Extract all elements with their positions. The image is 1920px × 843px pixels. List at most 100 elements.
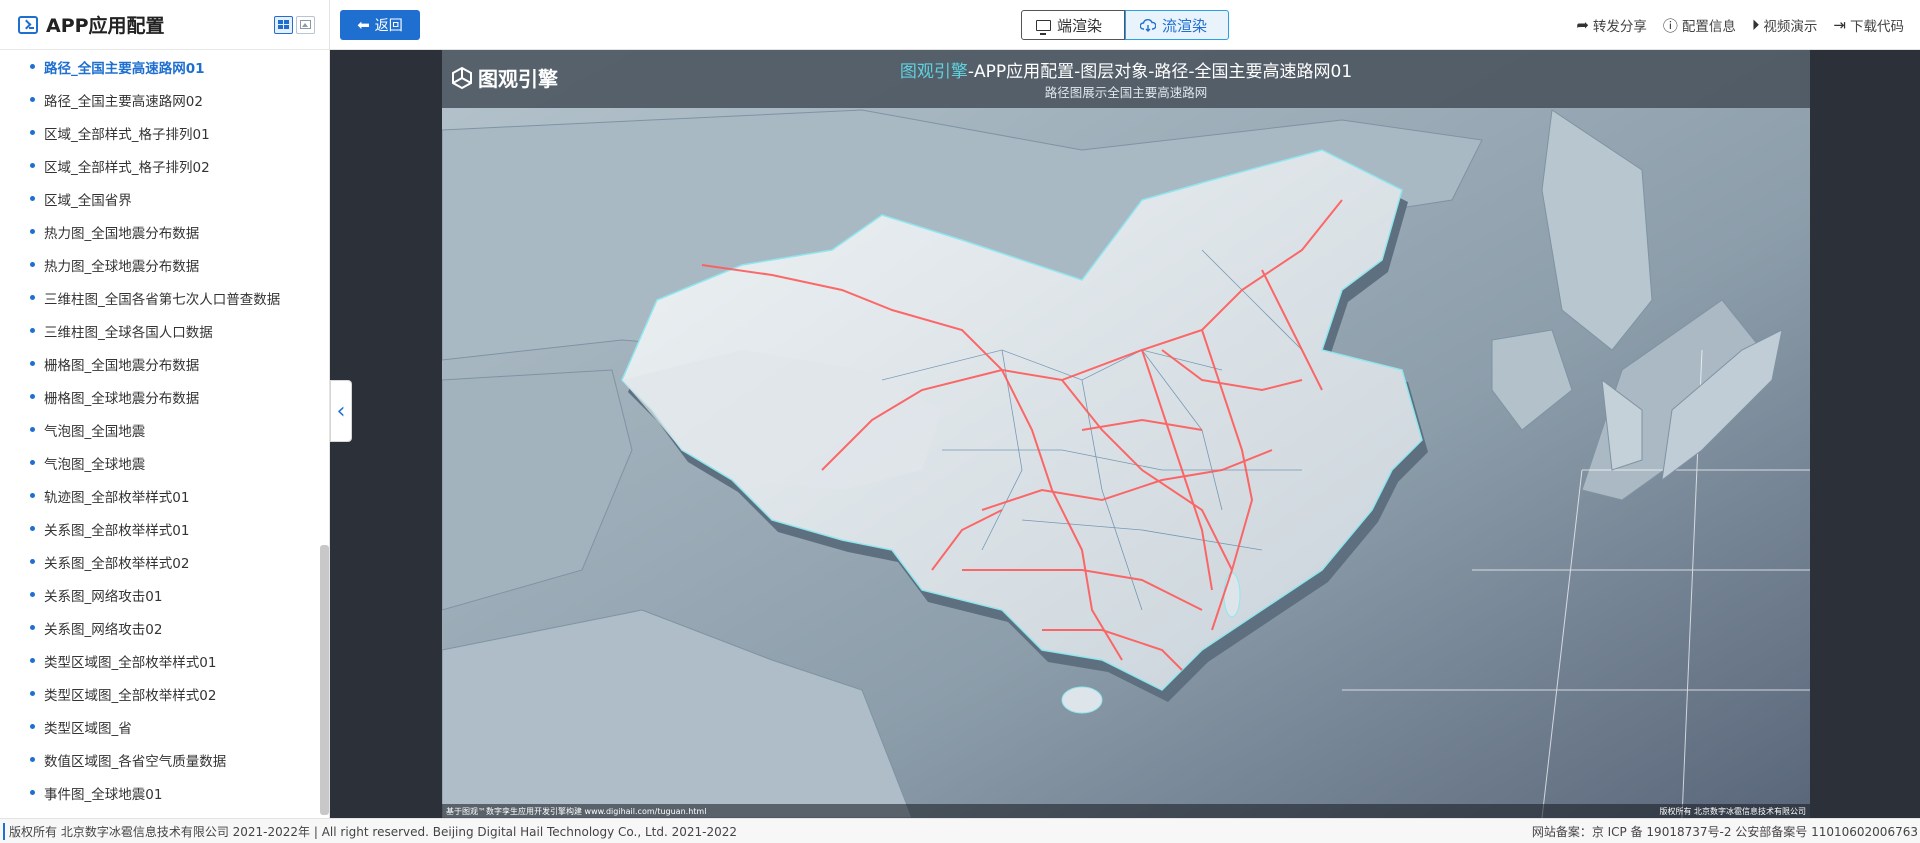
bullet-icon xyxy=(30,526,35,531)
stream-render-label: 流渲染 xyxy=(1162,16,1208,35)
stream-render-button[interactable]: 流渲染 xyxy=(1125,10,1229,40)
page-footer: 版权所有 北京数字冰雹信息技术有限公司 2021-2022年 | All rig… xyxy=(0,818,1920,843)
sidebar: APP应用配置 路径_全国主要高速路网01 路径_全国主要高速路网02 区域_全部样… xyxy=(0,0,330,818)
list-item-label: 关系图_网络攻击02 xyxy=(44,621,163,638)
sidebar-title: APP应用配置 xyxy=(46,15,165,37)
list-item-label: 气泡图_全国地震 xyxy=(44,423,146,440)
client-render-button[interactable]: 端渲染 xyxy=(1021,10,1125,40)
info-icon: ⓘ xyxy=(1662,16,1678,35)
list-item-label: 数值区域图_各省空气质量数据 xyxy=(44,753,227,770)
list-item-label: 气泡图_全球地震 xyxy=(44,456,146,473)
bullet-icon xyxy=(30,658,35,663)
bullet-icon xyxy=(30,724,35,729)
list-item[interactable]: 路径_全国主要高速路网02 xyxy=(0,83,320,116)
list-item-label: 栅格图_全球地震分布数据 xyxy=(44,390,200,407)
viewer-footer: 基于图观™数字孪生应用开发引擎构建 www.digihail.com/tugua… xyxy=(442,804,1810,818)
image-icon xyxy=(300,20,311,29)
list-item[interactable]: 区域_全国省界 xyxy=(0,182,320,215)
list-item-label: 轨迹图_全部枚举样式01 xyxy=(44,489,190,506)
back-button[interactable]: ⬅ 返回 xyxy=(340,10,420,40)
list-item-label: 区域_全部样式_格子排列02 xyxy=(44,159,210,176)
download-icon: ⇥ xyxy=(1833,16,1846,34)
title-band: 图观引擎 图观引擎-APP应用配置-图层对象-路径-全国主要高速路网01 路径图… xyxy=(442,50,1810,108)
map-viewport[interactable]: 图观引擎 图观引擎-APP应用配置-图层对象-路径-全国主要高速路网01 路径图… xyxy=(442,50,1810,818)
config-info-label: 配置信息 xyxy=(1681,19,1736,35)
list-item[interactable]: 关系图_全部枚举样式02 xyxy=(0,545,320,578)
icp-record-text: 网站备案：京 ICP 备 19018737号-2 公安部备案号 11010602… xyxy=(1531,824,1918,839)
bullet-icon xyxy=(30,394,35,399)
back-button-label: 返回 xyxy=(374,18,403,34)
back-arrow-icon: ⬅ xyxy=(357,16,370,34)
bullet-icon xyxy=(30,790,35,795)
client-render-label: 端渲染 xyxy=(1057,16,1103,35)
list-view-button[interactable] xyxy=(274,15,293,34)
list-item[interactable]: 轨迹图_全部枚举样式01 xyxy=(0,479,320,512)
toolbar: ⬅ 返回 端渲染 流渲染 ➦ 转发分享 ⓘ 配置信息 ⏵ 视频演示 ⇥ 下载代码 xyxy=(330,0,1920,50)
download-code-label: 下载代码 xyxy=(1850,19,1904,35)
list-item[interactable]: 路径_全国主要高速路网01 xyxy=(0,50,320,83)
chevron-left-icon: ‹ xyxy=(336,398,346,424)
list-item-label: 关系图_全部枚举样式01 xyxy=(44,522,190,539)
list-item[interactable]: 气泡图_全国地震 xyxy=(0,413,320,446)
page-subtitle: 路径图展示全国主要高速路网 xyxy=(1044,85,1208,100)
list-item[interactable]: 数值区域图_各省空气质量数据 xyxy=(0,743,320,776)
sidebar-scrollbar[interactable] xyxy=(320,545,329,815)
bullet-icon xyxy=(30,295,35,300)
share-button[interactable]: ➦ 转发分享 xyxy=(1576,15,1647,35)
bullet-icon xyxy=(30,493,35,498)
collapse-sidebar-button[interactable]: ‹ xyxy=(330,380,352,442)
list-item[interactable]: 关系图_全部枚举样式01 xyxy=(0,512,320,545)
view-toggle xyxy=(274,15,315,34)
list-item-label: 三维柱图_全球各国人口数据 xyxy=(44,324,213,341)
list-item[interactable]: 类型区域图_省 xyxy=(0,710,320,743)
list-item[interactable]: 事件图_全球地震01 xyxy=(0,776,320,809)
list-item-label: 类型区域图_省 xyxy=(44,720,132,737)
bullet-icon xyxy=(30,130,35,135)
list-item-label: 栅格图_全国地震分布数据 xyxy=(44,357,200,374)
list-item[interactable]: 栅格图_全国地震分布数据 xyxy=(0,347,320,380)
bullet-icon xyxy=(30,592,35,597)
list-item[interactable]: 关系图_网络攻击01 xyxy=(0,578,320,611)
list-item[interactable]: 三维柱图_全球各国人口数据 xyxy=(0,314,320,347)
list-item-label: 关系图_网络攻击01 xyxy=(44,588,163,605)
list-item-label: 类型区域图_全部枚举样式01 xyxy=(44,654,217,671)
monitor-icon xyxy=(1036,19,1051,35)
play-circle-icon: ⏵ xyxy=(1751,16,1760,34)
config-info-button[interactable]: ⓘ 配置信息 xyxy=(1663,15,1736,36)
bullet-icon xyxy=(30,97,35,102)
layer-list: 路径_全国主要高速路网01 路径_全国主要高速路网02 区域_全部样式_格子排列01… xyxy=(0,50,320,818)
page-title: 图观引擎-APP应用配置-图层对象-路径-全国主要高速路网01 xyxy=(442,57,1810,82)
list-item[interactable]: 热力图_全球地震分布数据 xyxy=(0,248,320,281)
list-item[interactable]: 类型区域图_全部枚举样式02 xyxy=(0,677,320,710)
bullet-icon xyxy=(30,196,35,201)
list-item-label: 热力图_全国地震分布数据 xyxy=(44,225,200,242)
list-item[interactable]: 气泡图_全球地震 xyxy=(0,446,320,479)
image-view-button[interactable] xyxy=(296,15,315,34)
cloud-download-icon xyxy=(1140,18,1156,32)
download-code-button[interactable]: ⇥ 下载代码 xyxy=(1833,15,1904,35)
list-item[interactable]: 热力图_全国地震分布数据 xyxy=(0,215,320,248)
list-item[interactable]: 区域_全部样式_格子排列01 xyxy=(0,116,320,149)
list-item-label: 事件图_全球地震01 xyxy=(44,786,163,803)
list-item[interactable]: 关系图_网络攻击02 xyxy=(0,611,320,644)
video-demo-button[interactable]: ⏵ 视频演示 xyxy=(1752,15,1818,35)
list-item-label: 路径_全国主要高速路网01 xyxy=(44,60,205,77)
title-rest: -APP应用配置-图层对象-路径-全国主要高速路网01 xyxy=(967,62,1353,82)
bullet-icon xyxy=(30,691,35,696)
video-demo-label: 视频演示 xyxy=(1763,19,1818,35)
title-accent: 图观引擎 xyxy=(899,62,968,82)
bullet-icon xyxy=(30,625,35,630)
list-item[interactable]: 栅格图_全球地震分布数据 xyxy=(0,380,320,413)
viewer-footer-left: 基于图观™数字孪生应用开发引擎构建 www.digihail.com/tugua… xyxy=(446,806,707,816)
map-render[interactable] xyxy=(442,50,1810,818)
list-item[interactable]: 区域_全部样式_格子排列02 xyxy=(0,149,320,182)
bullet-icon xyxy=(30,757,35,762)
copyright-text: 版权所有 北京数字冰雹信息技术有限公司 2021-2022年 | All rig… xyxy=(3,822,737,840)
list-item[interactable]: 三维柱图_全国各省第七次人口普查数据 xyxy=(0,281,320,314)
terminal-icon xyxy=(18,15,38,34)
list-item[interactable]: 类型区域图_全部枚举样式01 xyxy=(0,644,320,677)
bullet-icon xyxy=(30,427,35,432)
viewer-area: 图观引擎 图观引擎-APP应用配置-图层对象-路径-全国主要高速路网01 路径图… xyxy=(330,50,1920,818)
list-item-label: 关系图_全部枚举样式02 xyxy=(44,555,190,572)
grid-icon xyxy=(278,20,289,29)
